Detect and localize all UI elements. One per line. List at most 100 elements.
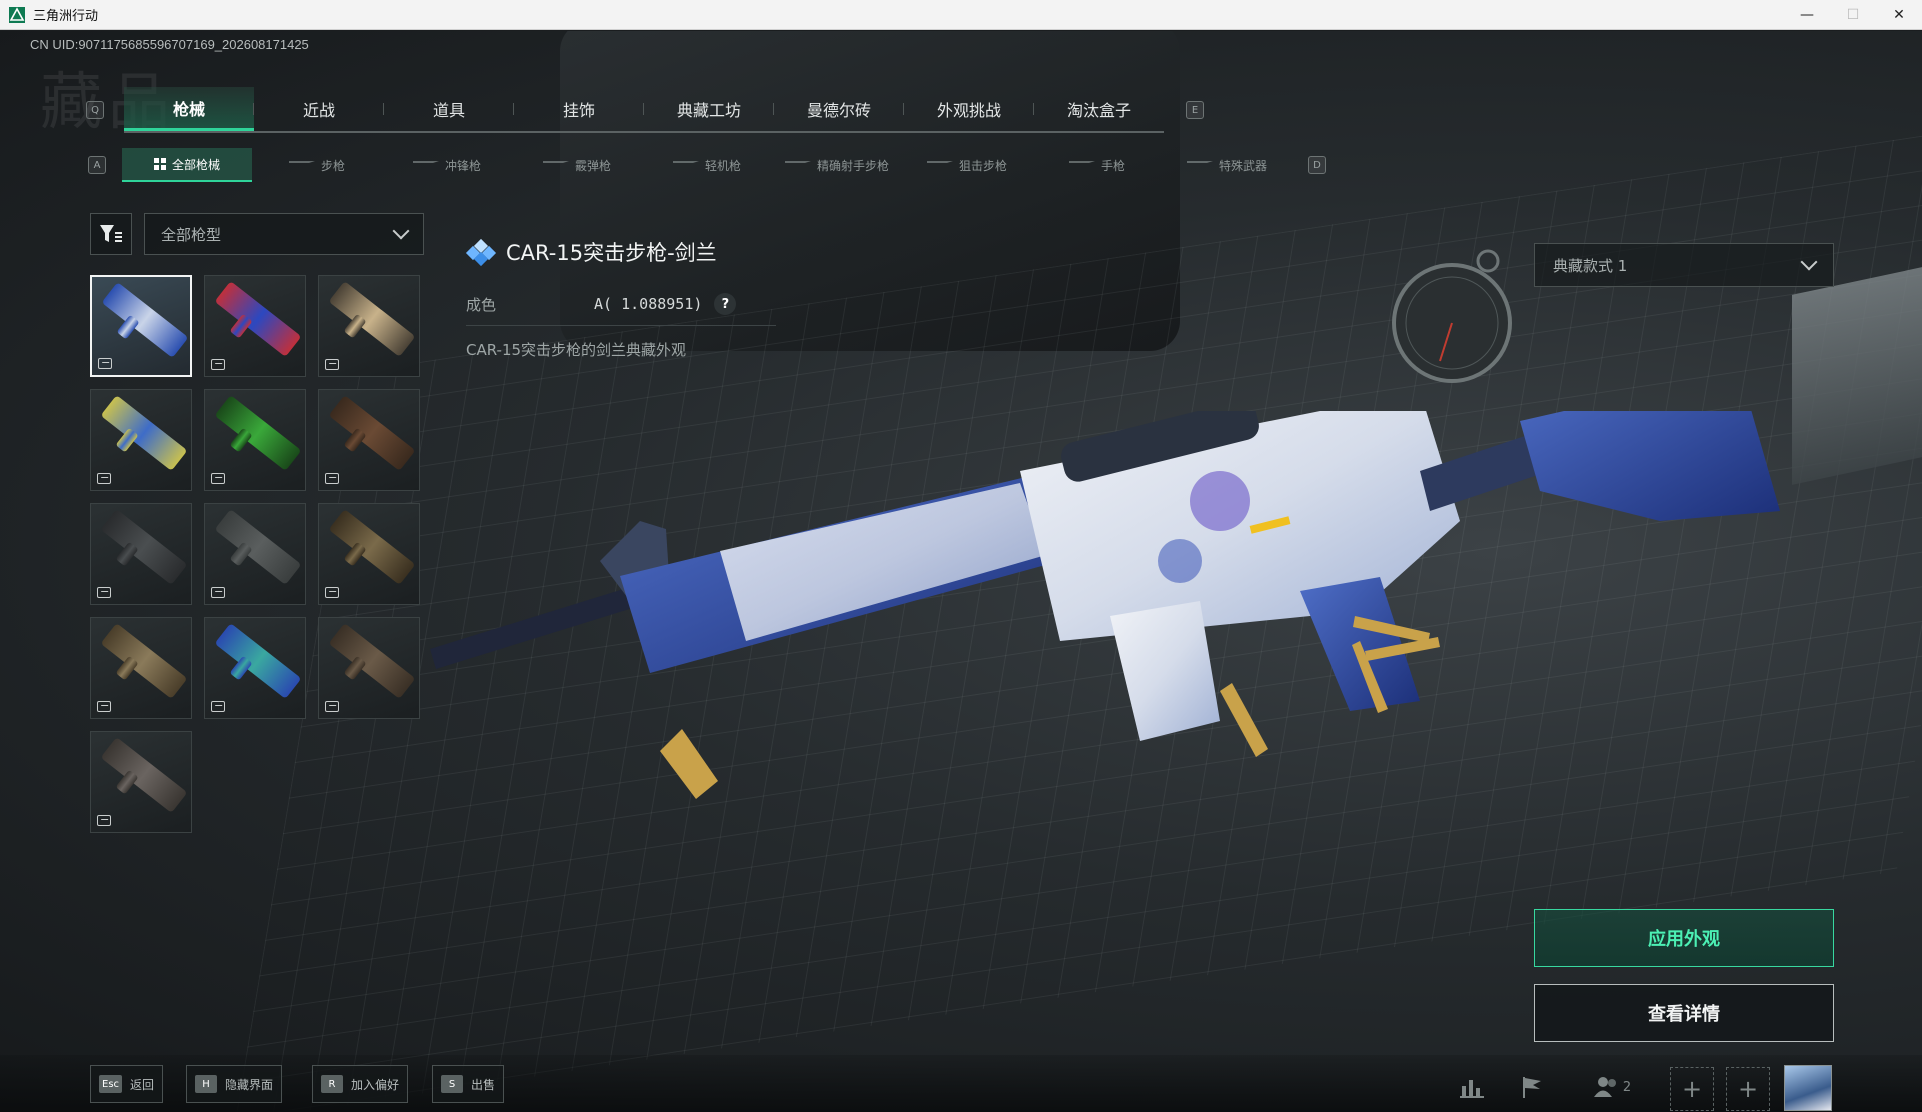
gun-silhouette-icon bbox=[1068, 161, 1095, 169]
maximize-button[interactable]: ☐ bbox=[1830, 0, 1876, 30]
bullet-prop bbox=[660, 729, 718, 799]
tab-5[interactable]: 曼德尔砖 bbox=[774, 87, 904, 131]
game-viewport: 藏品 CN UID:9071175685596707169_2026081714… bbox=[0, 31, 1922, 1112]
gun-silhouette-icon bbox=[672, 161, 699, 169]
hotkey-label: 出售 bbox=[471, 1077, 496, 1092]
tab-6[interactable]: 外观挑战 bbox=[904, 87, 1034, 131]
skin-card[interactable] bbox=[90, 503, 192, 605]
prev-tab-key[interactable]: Q bbox=[86, 101, 104, 119]
skin-thumbnail bbox=[214, 281, 302, 357]
condition-row: 成色 A( 1.088951) ? bbox=[466, 293, 776, 315]
skin-card[interactable] bbox=[90, 731, 192, 833]
main-tabs: Q 枪械 近战 道具 挂饰 典藏工坊 曼德尔砖 外观挑战 淘汰盒子 E bbox=[86, 83, 1204, 137]
prev-subtab-key[interactable]: A bbox=[88, 156, 106, 174]
subtab-label: 冲锋枪 bbox=[444, 158, 481, 173]
add-party-slot-button[interactable]: + bbox=[1670, 1067, 1714, 1111]
condition-label: 成色 bbox=[466, 295, 497, 314]
party-button[interactable]: 2 bbox=[1582, 1069, 1642, 1105]
gun-silhouette-icon bbox=[926, 161, 953, 169]
sub-tab-row: 全部枪械 步枪 冲锋枪 霰弹枪 轻机枪 精确射手步枪 狙击步枪 手枪 特殊武器 bbox=[122, 148, 1292, 182]
grid-icon bbox=[153, 158, 166, 170]
close-button[interactable]: ✕ bbox=[1876, 0, 1922, 30]
skin-card[interactable] bbox=[90, 275, 192, 377]
subtab-0[interactable]: 全部枪械 bbox=[122, 148, 252, 182]
gun-silhouette-icon bbox=[542, 161, 569, 169]
skin-thumbnail bbox=[328, 509, 416, 585]
skin-card[interactable] bbox=[90, 617, 192, 719]
skin-thumbnail bbox=[101, 282, 189, 358]
skin-card[interactable] bbox=[318, 617, 420, 719]
skin-card[interactable] bbox=[204, 503, 306, 605]
add-party-slot-button[interactable]: + bbox=[1726, 1067, 1770, 1111]
next-tab-key[interactable]: E bbox=[1186, 101, 1204, 119]
tab-7[interactable]: 淘汰盒子 bbox=[1034, 87, 1164, 131]
key-hint: S bbox=[441, 1075, 463, 1093]
tab-0[interactable]: 枪械 bbox=[124, 87, 254, 131]
skin-card[interactable] bbox=[204, 275, 306, 377]
subtab-3[interactable]: 霰弹枪 bbox=[512, 148, 642, 182]
subtab-label: 特殊武器 bbox=[1218, 158, 1267, 173]
preview-image-icon bbox=[98, 358, 112, 369]
skin-thumbnail bbox=[214, 509, 302, 585]
skin-style-select[interactable]: 典藏款式 1 bbox=[1534, 243, 1834, 287]
subtab-label: 霰弹枪 bbox=[574, 158, 611, 173]
tab-1[interactable]: 近战 bbox=[254, 87, 384, 131]
key-hint: Esc bbox=[99, 1075, 123, 1093]
preview-image-icon bbox=[325, 587, 339, 598]
apply-skin-button[interactable]: 应用外观 bbox=[1534, 909, 1834, 967]
subtab-1[interactable]: 步枪 bbox=[252, 148, 382, 182]
subtab-label: 步枪 bbox=[320, 158, 345, 173]
help-icon[interactable]: ? bbox=[714, 293, 737, 315]
minimize-button[interactable]: — bbox=[1784, 0, 1830, 30]
hotkey-3[interactable]: S 出售 bbox=[432, 1065, 505, 1103]
skin-thumbnail bbox=[100, 623, 188, 699]
hotkey-1[interactable]: H 隐藏界面 bbox=[186, 1065, 283, 1103]
skin-card[interactable] bbox=[90, 389, 192, 491]
users-icon bbox=[1593, 1077, 1616, 1097]
subtab-7[interactable]: 手枪 bbox=[1032, 148, 1162, 182]
window-title: 三角洲行动 bbox=[33, 9, 99, 24]
tab-4[interactable]: 典藏工坊 bbox=[644, 87, 774, 131]
subtab-8[interactable]: 特殊武器 bbox=[1162, 148, 1292, 182]
skin-card[interactable] bbox=[204, 389, 306, 491]
view-details-button[interactable]: 查看详情 bbox=[1534, 984, 1834, 1042]
app-logo-icon bbox=[9, 6, 25, 23]
flag-button[interactable] bbox=[1508, 1069, 1556, 1105]
weapon-type-select[interactable]: 全部枪型 bbox=[144, 213, 424, 255]
stats-button[interactable] bbox=[1448, 1069, 1496, 1105]
hotkey-0[interactable]: Esc 返回 bbox=[90, 1065, 164, 1103]
hotkey-label: 加入偏好 bbox=[351, 1077, 400, 1092]
preview-image-icon bbox=[97, 587, 111, 598]
skin-card[interactable] bbox=[318, 275, 420, 377]
next-subtab-key[interactable]: D bbox=[1308, 156, 1326, 174]
filter-icon bbox=[100, 225, 122, 242]
gun-silhouette-icon bbox=[412, 161, 439, 169]
main-tab-row: 枪械 近战 道具 挂饰 典藏工坊 曼德尔砖 外观挑战 淘汰盒子 bbox=[124, 87, 1164, 133]
item-title-row: CAR-15突击步枪-剑兰 bbox=[465, 237, 717, 267]
hotkey-2[interactable]: R 加入偏好 bbox=[312, 1065, 409, 1103]
subtab-2[interactable]: 冲锋枪 bbox=[382, 148, 512, 182]
chevron-down-icon bbox=[392, 222, 410, 240]
orchid-pattern bbox=[1158, 539, 1202, 583]
preview-image-icon bbox=[97, 701, 111, 712]
weapon-preview[interactable] bbox=[420, 411, 1820, 871]
preview-image-icon bbox=[97, 473, 111, 484]
preview-image-icon bbox=[97, 815, 111, 826]
skin-thumbnail bbox=[214, 623, 302, 699]
flag-icon bbox=[1523, 1077, 1541, 1098]
avatar[interactable] bbox=[1784, 1065, 1832, 1111]
weapon-handguard-pattern bbox=[720, 483, 1046, 641]
tab-2[interactable]: 道具 bbox=[384, 87, 514, 131]
item-title: CAR-15突击步枪-剑兰 bbox=[506, 241, 717, 265]
gun-silhouette-icon bbox=[1186, 161, 1213, 169]
skin-card[interactable] bbox=[204, 617, 306, 719]
chevron-down-icon bbox=[1800, 253, 1818, 271]
skin-card[interactable] bbox=[318, 389, 420, 491]
gun-silhouette-icon bbox=[784, 161, 811, 169]
filter-button[interactable] bbox=[90, 213, 132, 255]
tab-3[interactable]: 挂饰 bbox=[514, 87, 644, 131]
subtab-4[interactable]: 轻机枪 bbox=[642, 148, 772, 182]
skin-card[interactable] bbox=[318, 503, 420, 605]
subtab-6[interactable]: 狙击步枪 bbox=[902, 148, 1032, 182]
subtab-5[interactable]: 精确射手步枪 bbox=[772, 148, 902, 182]
